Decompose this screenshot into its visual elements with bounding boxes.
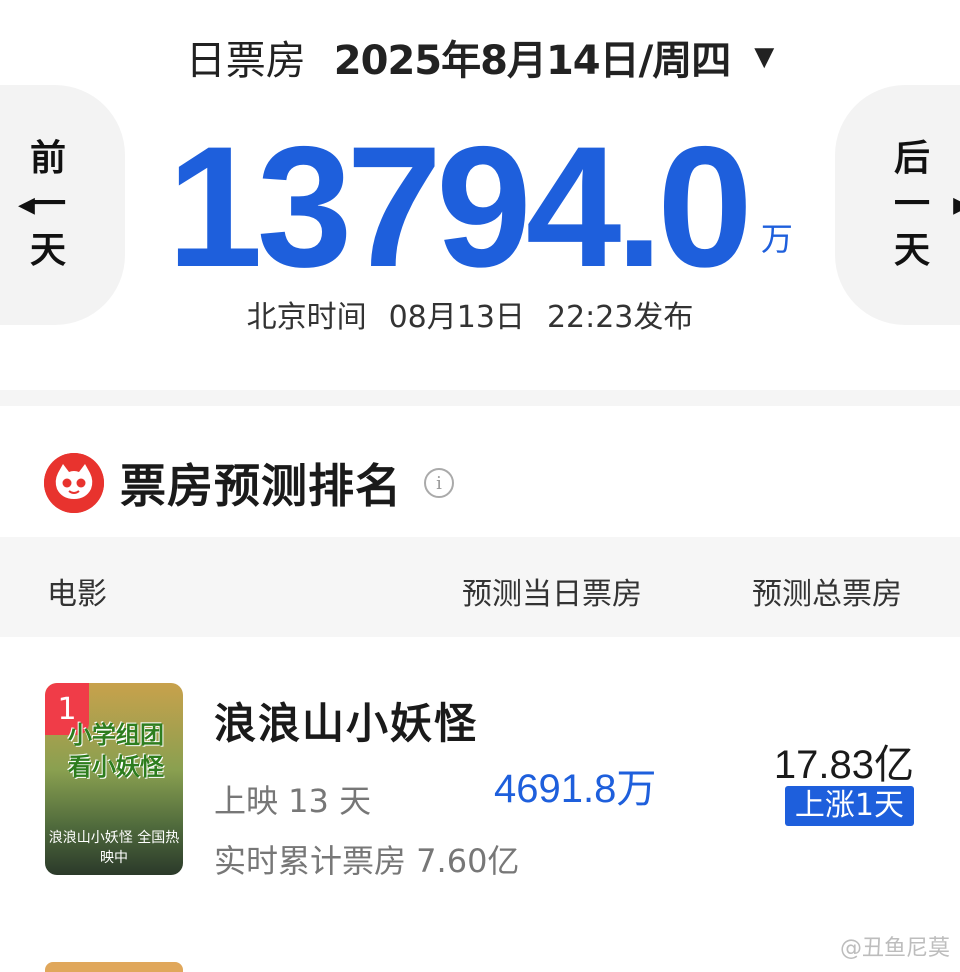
- date-selector-value: 2025年8月14日/周四: [333, 38, 731, 84]
- date-selector[interactable]: 日票房 2025年8月14日/周四 ▼: [0, 22, 960, 92]
- release-time: 22:23发布: [546, 300, 694, 335]
- poster-caption: 浪浪山小妖怪 全国热映中: [48, 830, 180, 866]
- caret-down-icon: ▼: [754, 42, 775, 72]
- section-divider: [0, 390, 960, 406]
- daily-total-unit: 万: [760, 220, 793, 258]
- release-label: 北京时间: [246, 300, 367, 335]
- next-movie-poster[interactable]: [45, 962, 183, 972]
- watermark: @丑鱼尼莫: [839, 936, 950, 961]
- poster-text: 小学组团: [68, 721, 164, 749]
- date-selector-label: 日票房: [185, 38, 306, 84]
- ranking-header: 票房预测排名 i: [44, 450, 454, 516]
- daily-total-value: 13794.0: [167, 111, 753, 303]
- movie-total-forecast: 17.83亿: [773, 743, 914, 787]
- movie-title[interactable]: 浪浪山小妖怪: [214, 690, 478, 751]
- movie-cumulative: 实时累计票房 7.60亿: [214, 842, 520, 880]
- trend-badge: 上涨1天: [784, 786, 914, 826]
- column-total-forecast[interactable]: 预测总票房: [752, 569, 902, 613]
- movie-release-days: 上映 13 天: [214, 782, 372, 820]
- info-icon[interactable]: i: [424, 468, 454, 498]
- ranking-column-header: 电影 预测当日票房 预测总票房: [0, 537, 960, 637]
- column-today-forecast[interactable]: 预测当日票房: [462, 569, 642, 613]
- column-movie: 电影: [47, 577, 107, 612]
- release-date: 08月13日: [388, 300, 525, 335]
- movie-today-forecast: 4691.8万: [494, 767, 657, 811]
- maoyan-cat-logo-icon: [44, 453, 104, 513]
- poster-text: 看小妖怪: [68, 753, 164, 781]
- daily-total: 13794.0 万: [0, 111, 960, 303]
- movie-poster[interactable]: 1 小学组团 看小妖怪 浪浪山小妖怪 全国热映中: [45, 683, 183, 875]
- ranking-title: 票房预测排名: [120, 459, 402, 513]
- release-info: 北京时间 08月13日 22:23发布: [0, 292, 940, 336]
